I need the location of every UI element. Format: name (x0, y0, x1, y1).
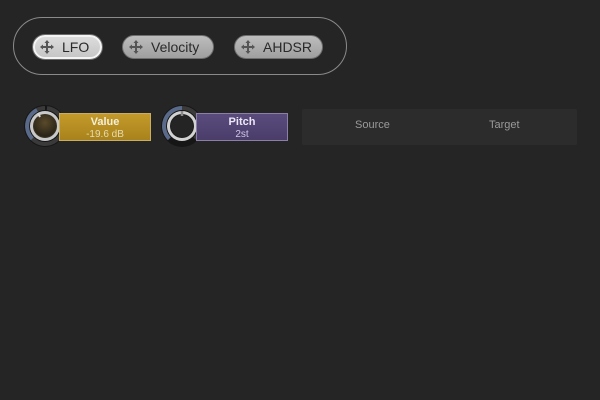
modulation-editor: LFO Velocity AHDSR Value -19.6 dB Pitch … (0, 0, 600, 400)
mod-source-velocity[interactable]: Velocity (122, 35, 214, 59)
pitch-readout: 2st (235, 129, 249, 140)
mod-source-ahdsr[interactable]: AHDSR (234, 35, 323, 59)
routing-header: Source Target (302, 109, 577, 145)
move-icon[interactable] (129, 40, 143, 54)
mod-source-lfo[interactable]: LFO (33, 35, 102, 59)
routing-source-label: Source (355, 119, 390, 131)
pitch-label[interactable]: Pitch 2st (196, 113, 288, 141)
mod-source-label: AHDSR (263, 39, 313, 55)
pitch-name: Pitch (228, 116, 256, 128)
mod-source-group: LFO Velocity AHDSR (13, 17, 347, 75)
pitch-control: Pitch 2st (160, 104, 290, 148)
value-readout: -19.6 dB (86, 129, 124, 140)
move-icon[interactable] (40, 40, 54, 54)
mod-source-label: Velocity (151, 39, 200, 55)
move-icon[interactable] (241, 40, 255, 54)
value-name: Value (90, 116, 120, 128)
routing-target-label: Target (489, 119, 520, 131)
mod-source-label: LFO (62, 39, 90, 55)
value-control: Value -19.6 dB (23, 104, 153, 148)
value-label[interactable]: Value -19.6 dB (59, 113, 151, 141)
